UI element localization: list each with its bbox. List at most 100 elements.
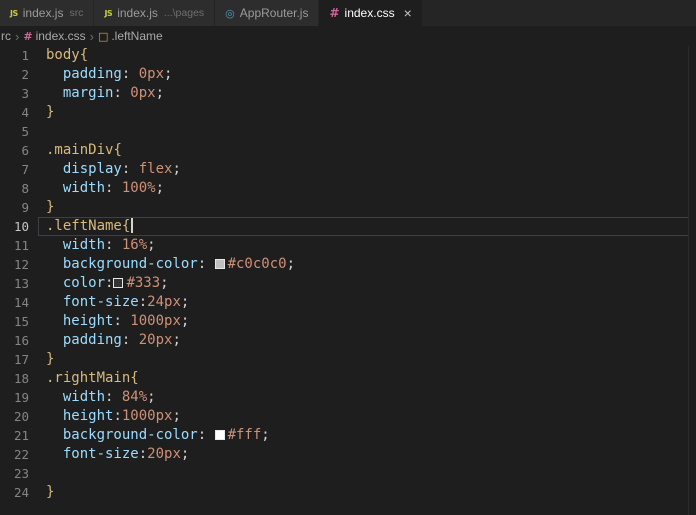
line-number[interactable]: 18: [0, 369, 38, 388]
line-number[interactable]: 12: [0, 255, 38, 274]
token-brace: }: [46, 484, 55, 500]
line-content[interactable]: .rightMain{: [38, 369, 696, 388]
line-number[interactable]: 19: [0, 388, 38, 407]
line-number[interactable]: 10: [0, 217, 38, 236]
line-content[interactable]: height: 1000px;: [38, 312, 696, 331]
token-punct: ;: [180, 313, 190, 329]
line-number[interactable]: 4: [0, 103, 38, 122]
editor: 1 body{2 padding: 0px; 3 margin: 0px; 4} 5 6.…: [0, 46, 696, 502]
tab-1-index.js[interactable]: JS index.js ...\pages: [94, 0, 215, 26]
token-punct: ;: [164, 66, 173, 82]
line-content[interactable]: color: #333;: [38, 274, 696, 293]
token-brace: }: [46, 104, 55, 120]
line-number[interactable]: 22: [0, 445, 38, 464]
line-number[interactable]: 20: [0, 407, 38, 426]
breadcrumb-item-rc[interactable]: rc: [1, 29, 11, 43]
token-val: 1000px: [121, 408, 173, 424]
token-punct: :: [197, 256, 215, 272]
line-content[interactable]: display: flex;: [38, 160, 696, 179]
line-number[interactable]: 1: [0, 46, 38, 65]
line-content[interactable]: }: [38, 483, 696, 502]
line-content[interactable]: background-color: #c0c0c0;: [38, 255, 696, 274]
tab-label: index.js: [22, 6, 64, 20]
breadcrumb-label: .leftName: [111, 29, 163, 43]
class-symbol-icon: □: [97, 29, 109, 43]
line-number[interactable]: 13: [0, 274, 38, 293]
line-number[interactable]: 2: [0, 65, 38, 84]
code-line-24: 24}: [0, 483, 696, 502]
line-number[interactable]: 6: [0, 141, 38, 160]
token-val: flex: [138, 161, 173, 177]
token-val: 1000px: [130, 313, 181, 329]
token-prop: width: [62, 180, 106, 196]
line-content[interactable]: padding: 0px;: [38, 65, 696, 84]
breadcrumb: rc › # index.css › □ .leftName: [0, 26, 696, 46]
line-content[interactable]: width: 84%;: [38, 388, 696, 407]
line-content[interactable]: [38, 464, 696, 483]
line-number[interactable]: 14: [0, 293, 38, 312]
line-content[interactable]: height:1000px;: [38, 407, 696, 426]
tab-2-AppRouter.js[interactable]: ◎ AppRouter.js: [215, 0, 319, 26]
line-content[interactable]: }: [38, 103, 696, 122]
line-content[interactable]: padding: 20px;: [38, 331, 696, 350]
token-brace: }: [46, 351, 55, 367]
token-punct: ;: [180, 446, 190, 462]
breadcrumb-item-index.css[interactable]: # index.css: [23, 29, 85, 43]
color-swatch[interactable]: [214, 430, 225, 440]
line-number[interactable]: 9: [0, 198, 38, 217]
token-punct: ;: [172, 161, 181, 177]
line-content[interactable]: body{: [38, 46, 696, 65]
chevron-right-icon: ›: [89, 28, 94, 44]
token-punct: :: [121, 332, 139, 348]
color-swatch[interactable]: [214, 259, 225, 269]
code-line-1: 1 body{: [0, 46, 696, 65]
token-prop: margin: [62, 85, 114, 101]
token-punct: ;: [155, 180, 165, 196]
token-punct: ;: [160, 275, 169, 291]
tab-label: index.js: [117, 6, 158, 20]
line-number[interactable]: 21: [0, 426, 38, 445]
line-number[interactable]: 17: [0, 350, 38, 369]
line-content[interactable]: font-size:24px;: [38, 293, 696, 312]
css-file-icon: #: [329, 6, 340, 20]
line-number[interactable]: 11: [0, 236, 38, 255]
scrollbar[interactable]: [688, 46, 696, 515]
line-content[interactable]: .mainDiv{: [38, 141, 696, 160]
line-content[interactable]: background-color: #fff;: [38, 426, 696, 445]
line-content[interactable]: [38, 122, 696, 141]
line-number[interactable]: 15: [0, 312, 38, 331]
token-val: 20px: [138, 332, 173, 348]
code-line-7: 7 display: flex;: [0, 160, 696, 179]
line-content[interactable]: }: [38, 350, 696, 369]
line-number[interactable]: 7: [0, 160, 38, 179]
color-swatch[interactable]: [113, 278, 124, 288]
token-prop: height: [62, 313, 114, 329]
token-val: 0px: [130, 85, 156, 101]
token-prop: font-size: [62, 446, 139, 462]
close-icon[interactable]: ×: [404, 6, 412, 20]
line-content[interactable]: .leftName{: [38, 217, 689, 236]
line-content[interactable]: margin: 0px;: [38, 84, 696, 103]
tab-label: AppRouter.js: [239, 6, 309, 20]
line-number[interactable]: 24: [0, 483, 38, 502]
line-number[interactable]: 23: [0, 464, 38, 483]
breadcrumb-item-leftName[interactable]: □ .leftName: [98, 29, 163, 43]
tab-0-index.js[interactable]: JS index.js src: [0, 0, 94, 26]
line-number[interactable]: 5: [0, 122, 38, 141]
line-content[interactable]: font-size:20px;: [38, 445, 696, 464]
code-line-8: 8 width: 100%;: [0, 179, 696, 198]
line-content[interactable]: }: [38, 198, 696, 217]
line-content[interactable]: width: 100%;: [38, 179, 696, 198]
token-punct: :: [105, 237, 122, 253]
line-number[interactable]: 3: [0, 84, 38, 103]
token-punct: :: [113, 313, 131, 329]
line-number[interactable]: 16: [0, 331, 38, 350]
token-sel: .leftName: [46, 218, 122, 234]
line-content[interactable]: width: 16%;: [38, 236, 696, 255]
code-line-20: 20 height:1000px;: [0, 407, 696, 426]
code-line-19: 19 width: 84%;: [0, 388, 696, 407]
tab-3-index.css[interactable]: # index.css ×: [319, 0, 422, 26]
line-number[interactable]: 8: [0, 179, 38, 198]
